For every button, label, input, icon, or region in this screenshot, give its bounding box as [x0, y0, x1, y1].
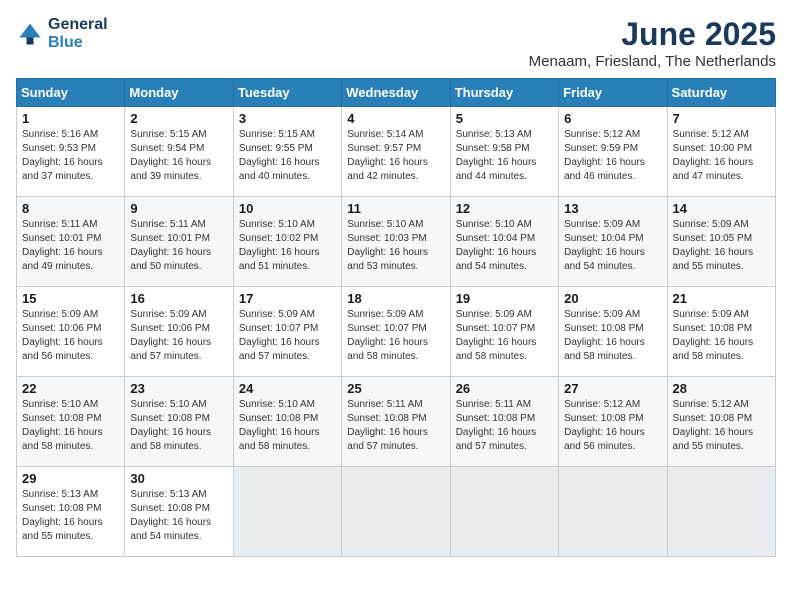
week-3-row: 15 Sunrise: 5:09 AMSunset: 10:06 PMDayli… — [17, 287, 776, 377]
logo-general-text: General — [48, 16, 108, 34]
day-24: 24 Sunrise: 5:10 AMSunset: 10:08 PMDayli… — [233, 377, 341, 467]
day-17: 17 Sunrise: 5:09 AMSunset: 10:07 PMDayli… — [233, 287, 341, 377]
day-22: 22 Sunrise: 5:10 AMSunset: 10:08 PMDayli… — [17, 377, 125, 467]
day-2: 2 Sunrise: 5:15 AMSunset: 9:54 PMDayligh… — [125, 107, 233, 197]
location-title: Menaam, Friesland, The Netherlands — [529, 53, 776, 70]
header-tuesday: Tuesday — [233, 79, 341, 107]
logo-icon — [16, 20, 44, 48]
day-11: 11 Sunrise: 5:10 AMSunset: 10:03 PMDayli… — [342, 197, 450, 287]
day-5: 5 Sunrise: 5:13 AMSunset: 9:58 PMDayligh… — [450, 107, 558, 197]
day-21: 21 Sunrise: 5:09 AMSunset: 10:08 PMDayli… — [667, 287, 775, 377]
day-14: 14 Sunrise: 5:09 AMSunset: 10:05 PMDayli… — [667, 197, 775, 287]
day-7: 7 Sunrise: 5:12 AMSunset: 10:00 PMDaylig… — [667, 107, 775, 197]
day-10: 10 Sunrise: 5:10 AMSunset: 10:02 PMDayli… — [233, 197, 341, 287]
logo-text: General Blue — [48, 16, 108, 51]
header-sunday: Sunday — [17, 79, 125, 107]
day-12: 12 Sunrise: 5:10 AMSunset: 10:04 PMDayli… — [450, 197, 558, 287]
empty-cell-4 — [559, 467, 667, 557]
day-30: 30 Sunrise: 5:13 AMSunset: 10:08 PMDayli… — [125, 467, 233, 557]
day-28: 28 Sunrise: 5:12 AMSunset: 10:08 PMDayli… — [667, 377, 775, 467]
day-13: 13 Sunrise: 5:09 AMSunset: 10:04 PMDayli… — [559, 197, 667, 287]
header-wednesday: Wednesday — [342, 79, 450, 107]
header-saturday: Saturday — [667, 79, 775, 107]
empty-cell-2 — [342, 467, 450, 557]
day-8: 8 Sunrise: 5:11 AMSunset: 10:01 PMDaylig… — [17, 197, 125, 287]
day-6: 6 Sunrise: 5:12 AMSunset: 9:59 PMDayligh… — [559, 107, 667, 197]
day-4: 4 Sunrise: 5:14 AMSunset: 9:57 PMDayligh… — [342, 107, 450, 197]
day-25: 25 Sunrise: 5:11 AMSunset: 10:08 PMDayli… — [342, 377, 450, 467]
day-16: 16 Sunrise: 5:09 AMSunset: 10:06 PMDayli… — [125, 287, 233, 377]
header-friday: Friday — [559, 79, 667, 107]
day-26: 26 Sunrise: 5:11 AMSunset: 10:08 PMDayli… — [450, 377, 558, 467]
week-4-row: 22 Sunrise: 5:10 AMSunset: 10:08 PMDayli… — [17, 377, 776, 467]
logo-blue-text: Blue — [48, 34, 108, 52]
empty-cell-3 — [450, 467, 558, 557]
weekday-header-row: Sunday Monday Tuesday Wednesday Thursday… — [17, 79, 776, 107]
empty-cell-5 — [667, 467, 775, 557]
day-20: 20 Sunrise: 5:09 AMSunset: 10:08 PMDayli… — [559, 287, 667, 377]
month-title: June 2025 — [529, 16, 776, 53]
header-thursday: Thursday — [450, 79, 558, 107]
week-1-row: 1 Sunrise: 5:16 AMSunset: 9:53 PMDayligh… — [17, 107, 776, 197]
day-3: 3 Sunrise: 5:15 AMSunset: 9:55 PMDayligh… — [233, 107, 341, 197]
week-5-row: 29 Sunrise: 5:13 AMSunset: 10:08 PMDayli… — [17, 467, 776, 557]
title-area: June 2025 Menaam, Friesland, The Netherl… — [529, 16, 776, 70]
header: General Blue June 2025 Menaam, Friesland… — [16, 16, 776, 70]
header-monday: Monday — [125, 79, 233, 107]
week-2-row: 8 Sunrise: 5:11 AMSunset: 10:01 PMDaylig… — [17, 197, 776, 287]
day-29: 29 Sunrise: 5:13 AMSunset: 10:08 PMDayli… — [17, 467, 125, 557]
logo: General Blue — [16, 16, 108, 51]
day-19: 19 Sunrise: 5:09 AMSunset: 10:07 PMDayli… — [450, 287, 558, 377]
day-1: 1 Sunrise: 5:16 AMSunset: 9:53 PMDayligh… — [17, 107, 125, 197]
day-23: 23 Sunrise: 5:10 AMSunset: 10:08 PMDayli… — [125, 377, 233, 467]
day-27: 27 Sunrise: 5:12 AMSunset: 10:08 PMDayli… — [559, 377, 667, 467]
day-18: 18 Sunrise: 5:09 AMSunset: 10:07 PMDayli… — [342, 287, 450, 377]
calendar: Sunday Monday Tuesday Wednesday Thursday… — [16, 78, 776, 557]
empty-cell-1 — [233, 467, 341, 557]
day-9: 9 Sunrise: 5:11 AMSunset: 10:01 PMDaylig… — [125, 197, 233, 287]
day-15: 15 Sunrise: 5:09 AMSunset: 10:06 PMDayli… — [17, 287, 125, 377]
